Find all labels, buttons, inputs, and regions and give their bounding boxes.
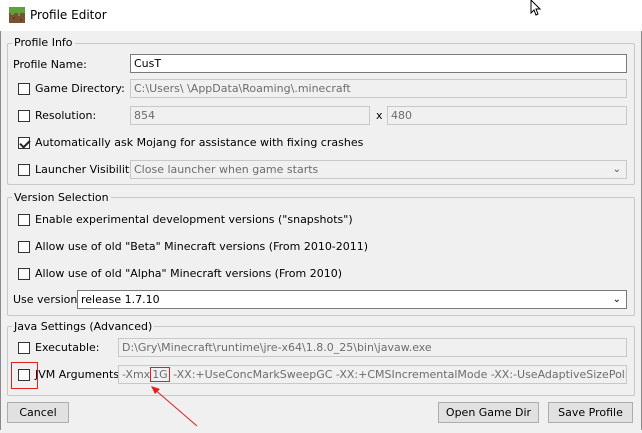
chevron-down-icon: ⌄: [612, 164, 621, 175]
auto-ask-label: Automatically ask Mojang for assistance …: [35, 136, 364, 149]
jvm-arguments-label: JVM Arguments:: [35, 368, 123, 381]
beta-label: Allow use of old "Beta" Minecraft versio…: [35, 240, 369, 253]
alpha-checkbox[interactable]: [18, 268, 30, 280]
beta-checkbox[interactable]: [18, 241, 30, 253]
resolution-x-label: x: [376, 109, 383, 122]
game-directory-label: Game Directory:: [35, 82, 125, 95]
profile-name-label: Profile Name:: [13, 58, 87, 71]
use-version-select[interactable]: release 1.7.10 ⌄: [77, 290, 627, 309]
alpha-label: Allow use of old "Alpha" Minecraft versi…: [35, 267, 343, 280]
resolution-checkbox[interactable]: [18, 110, 30, 122]
resolution-label: Resolution:: [35, 109, 97, 122]
window-title: Profile Editor: [30, 8, 107, 22]
snapshots-label: Enable experimental development versions…: [35, 213, 353, 226]
grass-block-icon: [9, 7, 25, 23]
executable-input[interactable]: D:\Gry\Minecraft\runtime\jre-x64\1.8.0_2…: [118, 338, 627, 357]
use-version-value: release 1.7.10: [81, 293, 160, 306]
launcher-visibility-label: Launcher Visibility:: [35, 163, 139, 176]
cancel-button[interactable]: Cancel: [7, 402, 69, 423]
executable-label: Executable:: [35, 341, 100, 354]
launcher-visibility-select[interactable]: Close launcher when game starts ⌄: [130, 160, 627, 179]
launcher-visibility-value: Close launcher when game starts: [134, 163, 319, 176]
profile-info-legend: Profile Info: [12, 36, 75, 49]
game-directory-checkbox[interactable]: [18, 83, 30, 95]
version-selection-legend: Version Selection: [12, 191, 111, 204]
jvm-checkbox-annotation-box: [11, 362, 38, 389]
save-profile-button[interactable]: Save Profile: [548, 402, 633, 423]
window-border-left: [0, 31, 1, 430]
auto-ask-checkbox[interactable]: [18, 137, 30, 149]
resolution-width-input[interactable]: 854: [130, 106, 370, 125]
open-game-dir-button[interactable]: Open Game Dir: [438, 402, 539, 423]
mouse-cursor-icon: [530, 0, 544, 19]
java-settings-group: [7, 326, 635, 396]
java-settings-legend: Java Settings (Advanced): [12, 320, 155, 333]
chevron-down-icon: ⌄: [612, 294, 621, 305]
resolution-height-input[interactable]: 480: [387, 106, 627, 125]
launcher-visibility-checkbox[interactable]: [18, 164, 30, 176]
jvm-value-highlight: 1G: [150, 367, 170, 382]
profile-name-input[interactable]: CusT: [130, 54, 627, 73]
executable-checkbox[interactable]: [18, 342, 30, 354]
annotation-arrow-icon: [145, 382, 205, 433]
jvm-value-rest: -XX:+UseConcMarkSweepGC -XX:+CMSIncremen…: [173, 368, 627, 381]
game-directory-input[interactable]: C:\Users\ \AppData\Roaming\.minecraft: [130, 79, 627, 98]
snapshots-checkbox[interactable]: [18, 214, 30, 226]
use-version-label: Use version:: [13, 293, 82, 306]
jvm-value-prefix: -Xmx: [122, 368, 151, 381]
